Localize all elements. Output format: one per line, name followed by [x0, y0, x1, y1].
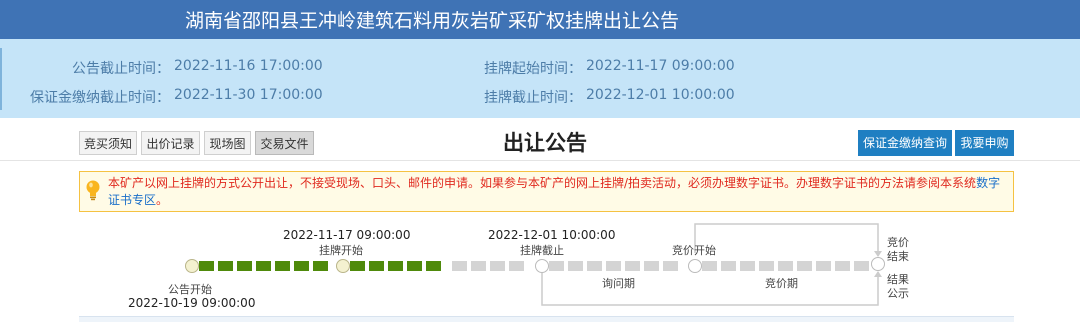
timeline-segment-done [388, 261, 403, 271]
tab-bid-records[interactable]: 出价记录 [141, 131, 200, 155]
timeline-segment-pending [797, 261, 812, 271]
timeline-segment-pending [740, 261, 755, 271]
notice-suffix: 。 [156, 193, 169, 207]
result-label-line2: 公示 [887, 287, 909, 300]
bidding-end-label-line2: 结束 [887, 250, 909, 263]
node-listing-start [336, 259, 350, 273]
timeline-segment-done [313, 261, 328, 271]
node-bidding-end [871, 257, 885, 271]
page-title: 出让公告 [503, 131, 587, 155]
inquiry-connector [541, 272, 879, 306]
node-announce-start [185, 259, 199, 273]
timeline-segment-pending [509, 261, 524, 271]
arrow-down-icon [874, 251, 882, 257]
timeline-segment-pending [452, 261, 467, 271]
deposit-end-label: 保证金缴纳截止时间： [30, 90, 170, 106]
accent-bar [0, 48, 2, 110]
bidding-period-label: 竞价期 [765, 277, 798, 290]
tab-site-map[interactable]: 现场图 [204, 131, 251, 155]
listing-end-value: 2022-12-01 10:00:00 [586, 87, 735, 103]
timeline-segment-done [407, 261, 422, 271]
announce-start-date: 2022-10-19 09:00:00 [128, 296, 256, 310]
timeline-segment-pending [663, 261, 678, 271]
notice-body: 本矿产以网上挂牌的方式公开出让，不接受现场、口头、邮件的申请。如果参与本矿产的网… [108, 176, 977, 190]
deposit-end-value: 2022-11-30 17:00:00 [174, 87, 323, 103]
tab-transaction-files[interactable]: 交易文件 [255, 131, 314, 155]
bidding-connector [694, 223, 879, 256]
timeline-segment-pending [568, 261, 583, 271]
timeline-segment-pending [644, 261, 659, 271]
timeline-segment-done [369, 261, 384, 271]
timeline-segment-pending [625, 261, 640, 271]
page-header: 湖南省邵阳县王冲岭建筑石料用灰岩矿采矿权挂牌出让公告 [0, 0, 1080, 39]
timeline-segment-pending [759, 261, 774, 271]
timeline-segment-pending [606, 261, 621, 271]
bidding-start-step-label: 竞价开始 [672, 244, 716, 257]
timeline-segment-done [199, 261, 214, 271]
timeline-segment-pending [816, 261, 831, 271]
timeline-segment-pending [587, 261, 602, 271]
listing-start-step-label: 挂牌开始 [319, 244, 363, 257]
timeline-segment-pending [854, 261, 869, 271]
timeline-segment-pending [778, 261, 793, 271]
listing-end-step-label: 挂牌截止 [520, 244, 564, 257]
timeline-segment-pending [721, 261, 736, 271]
apply-button[interactable]: 我要申购 [955, 130, 1014, 156]
timeline-segment-done [294, 261, 309, 271]
node-listing-end [535, 259, 549, 273]
timeline-segments [199, 261, 869, 271]
timeline-segment-pending [490, 261, 505, 271]
announce-start-step-label: 公告开始 [168, 283, 212, 296]
announce-end-value: 2022-11-16 17:00:00 [174, 58, 323, 74]
timeline-segment-pending [835, 261, 850, 271]
listing-end-date: 2022-12-01 10:00:00 [488, 228, 616, 242]
timeline-segment-done [256, 261, 271, 271]
timeline-segment-done [218, 261, 233, 271]
deposit-query-button[interactable]: 保证金缴纳查询 [858, 130, 952, 156]
timeline-segment-pending [549, 261, 564, 271]
listing-start-value: 2022-11-17 09:00:00 [586, 58, 735, 74]
listing-end-label: 挂牌截止时间： [484, 90, 582, 106]
timeline-segment-done [237, 261, 252, 271]
lightbulb-icon [86, 180, 100, 201]
notice-text: 本矿产以网上挂牌的方式公开出让，不接受现场、口头、邮件的申请。如果参与本矿产的网… [108, 175, 1008, 209]
timeline-segment-done [426, 261, 441, 271]
listing-start-label: 挂牌起始时间： [484, 61, 582, 77]
announcement-title: 湖南省邵阳县王冲岭建筑石料用灰岩矿采矿权挂牌出让公告 [185, 10, 680, 32]
inquiry-period-label: 询问期 [602, 277, 635, 290]
key-dates-panel: 公告截止时间： 2022-11-16 17:00:00 挂牌起始时间： 2022… [0, 39, 1080, 118]
arrow-up-icon [874, 271, 882, 277]
timeline-segment-done [275, 261, 290, 271]
timeline-segment-pending [702, 261, 717, 271]
divider [0, 160, 1080, 161]
content-panel [79, 317, 1014, 322]
announce-end-label: 公告截止时间： [72, 61, 170, 77]
listing-start-date: 2022-11-17 09:00:00 [283, 228, 411, 242]
notice-box: 本矿产以网上挂牌的方式公开出让，不接受现场、口头、邮件的申请。如果参与本矿产的网… [79, 171, 1014, 212]
node-bidding-start [688, 259, 702, 273]
timeline-segment-pending [471, 261, 486, 271]
timeline-segment-done [350, 261, 365, 271]
tab-bidding-notice[interactable]: 竞买须知 [79, 131, 137, 155]
